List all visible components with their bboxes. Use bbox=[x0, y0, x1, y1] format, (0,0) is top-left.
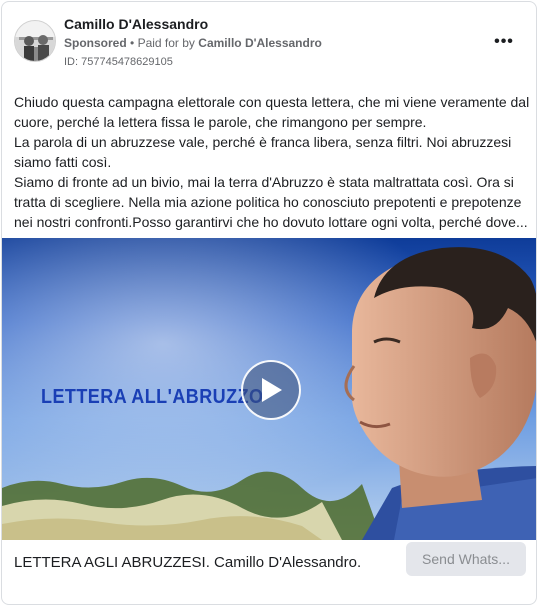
body-paragraph: Siamo di fronte ad un bivio, mai la terr… bbox=[14, 174, 528, 230]
more-options-button[interactable]: ••• bbox=[486, 30, 522, 54]
paid-for-label: Paid for by bbox=[137, 36, 195, 50]
separator: • bbox=[130, 36, 135, 50]
play-icon bbox=[262, 378, 282, 402]
sponsored-label: Sponsored bbox=[64, 36, 127, 50]
more-horizontal-icon: ••• bbox=[494, 33, 514, 50]
ad-card: Camillo D'Alessandro Sponsored • Paid fo… bbox=[1, 1, 537, 605]
ad-body-text: Chiudo questa campagna elettorale con qu… bbox=[14, 92, 530, 232]
ad-caption[interactable]: LETTERA AGLI ABRUZZESI. Camillo D'Alessa… bbox=[14, 554, 361, 571]
avatar-image bbox=[15, 21, 55, 61]
ad-header: Camillo D'Alessandro Sponsored • Paid fo… bbox=[2, 2, 536, 82]
video-overlay-title: LETTERA ALL'ABRUZZO bbox=[41, 386, 264, 408]
avatar[interactable] bbox=[14, 20, 56, 62]
video-thumbnail[interactable]: LETTERA ALL'ABRUZZO bbox=[2, 238, 536, 540]
page-name[interactable]: Camillo D'Alessandro bbox=[64, 16, 208, 32]
ad-id: ID: 757745478629105 bbox=[64, 56, 173, 68]
body-paragraph: La parola di un abruzzese vale, perché è… bbox=[14, 134, 512, 170]
sponsor-line: Sponsored • Paid for by Camillo D'Alessa… bbox=[64, 36, 322, 50]
ad-footer: LETTERA AGLI ABRUZZESI. Camillo D'Alessa… bbox=[2, 540, 536, 584]
play-button[interactable] bbox=[241, 360, 301, 420]
body-paragraph: Chiudo questa campagna elettorale con qu… bbox=[14, 94, 530, 130]
send-whatsapp-button[interactable]: Send Whats... bbox=[406, 542, 526, 576]
paid-for-name: Camillo D'Alessandro bbox=[198, 36, 322, 50]
